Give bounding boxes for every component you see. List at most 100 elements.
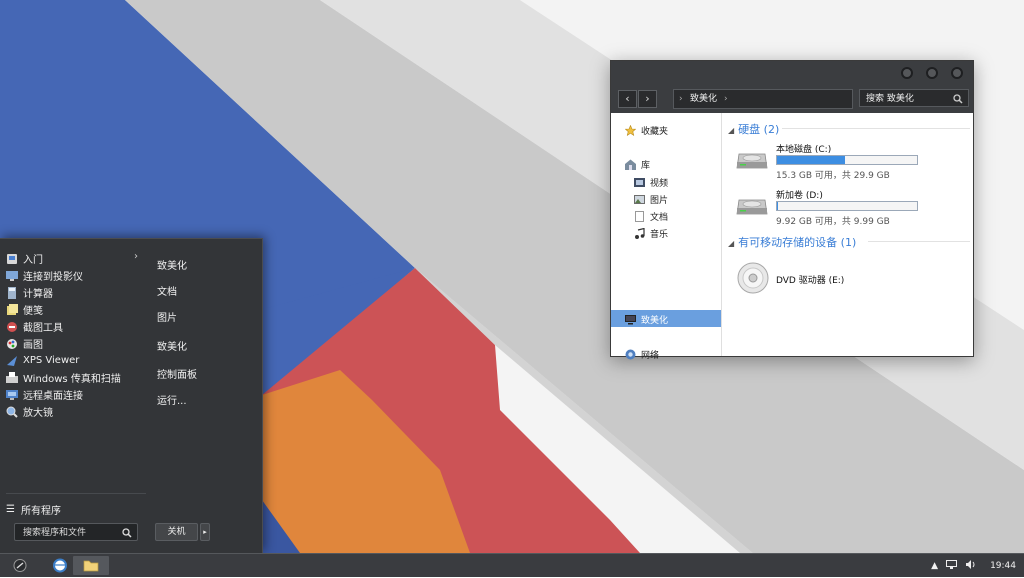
nav-label: 收藏夹 [641,127,669,137]
program-projector[interactable]: 连接到投影仪 [6,267,142,284]
nav-label: 库 [641,161,651,171]
hard-drive-icon [736,192,768,221]
place-computer[interactable]: 致美化 [157,338,187,353]
volume-icon[interactable] [965,559,976,573]
drive-usage-bar [776,201,918,211]
remote-desktop-icon [6,389,18,401]
magnifier-icon [6,406,18,418]
address-bar[interactable]: › 致美化 › [673,89,853,109]
folder-icon [73,560,109,578]
computer-icon [625,314,636,325]
all-programs-button[interactable]: ☰ 所有程序 [6,502,61,517]
program-calculator[interactable]: 计算器 [6,284,142,301]
shutdown-button[interactable]: 关机 [155,523,198,541]
group-divider [868,241,970,242]
close-button[interactable] [951,67,963,79]
nav-music[interactable]: 音乐 [634,227,668,240]
start-menu: 入门 › 连接到投影仪 计算器 便笺 截图工具 画图 XPS Viewer Wi… [0,238,263,553]
network-icon [625,349,636,360]
breadcrumb[interactable]: 致美化 [690,90,717,108]
place-run[interactable]: 运行... [157,392,187,407]
program-sticky-notes[interactable]: 便笺 [6,301,142,318]
place-documents[interactable]: 文档 [157,283,177,298]
program-xps-viewer[interactable]: XPS Viewer [6,352,142,369]
back-button[interactable]: ‹ [618,90,637,108]
drive-free-space: 15.3 GB 可用，共 29.9 GB [776,171,890,181]
nav-videos[interactable]: 视频 [634,176,668,189]
program-label: Windows 传真和扫描 [23,374,121,385]
nav-documents[interactable]: 文档 [634,210,668,223]
start-menu-programs: 入门 › 连接到投影仪 计算器 便笺 截图工具 画图 XPS Viewer Wi… [0,239,148,553]
program-label: 连接到投影仪 [23,272,83,283]
drive-dvd[interactable]: DVD 驱动器 (E:) [736,261,966,301]
nav-label: 音乐 [650,230,669,240]
taskbar-explorer-button[interactable] [73,556,109,575]
nav-label: 致美化 [641,316,669,326]
program-label: 计算器 [23,289,53,300]
drive-usage-fill [777,156,846,164]
drive-c[interactable]: 本地磁盘 (C:) 15.3 GB 可用，共 29.9 GB [736,142,966,182]
place-pictures[interactable]: 图片 [157,309,177,324]
drive-name: 本地磁盘 (C:) [776,145,832,155]
start-menu-places: 致美化 文档 图片 致美化 控制面板 运行... 关机 ▸ [148,239,262,553]
program-label: 截图工具 [23,323,63,334]
start-search-input[interactable]: 搜索程序和文件 [14,523,138,541]
nav-favorites[interactable]: 收藏夹 [624,124,669,137]
library-icon [625,159,636,170]
start-menu-separator [6,493,146,494]
nav-computer[interactable]: 致美化 [625,313,668,326]
nav-label: 图片 [650,196,669,206]
drive-usage-bar [776,155,918,165]
group-title: 硬盘 (2) [738,123,780,136]
program-label: 画图 [23,340,43,351]
explorer-search-input[interactable]: 搜索 致美化 [859,89,969,107]
shutdown-options-button[interactable]: ▸ [200,523,210,541]
nav-pictures[interactable]: 图片 [634,193,668,206]
group-header-hard-disks[interactable]: ◢ 硬盘 (2) [728,121,779,137]
drive-free-space: 9.92 GB 可用，共 9.99 GB [776,217,890,227]
network-icon[interactable] [946,559,958,573]
video-icon [634,177,645,188]
clock[interactable]: 19:44 [990,561,1016,571]
program-label: 远程桌面连接 [23,391,83,402]
submenu-arrow-icon: › [134,251,138,262]
group-header-removable[interactable]: ◢ 有可移动存储的设备 (1) [728,234,856,250]
drive-d[interactable]: 新加卷 (D:) 9.92 GB 可用，共 9.99 GB [736,188,966,228]
explorer-search-placeholder: 搜索 致美化 [866,94,914,104]
program-getting-started[interactable]: 入门 › [6,250,142,267]
tray-overflow-icon[interactable]: ▲ [931,561,938,571]
collapse-arrow-icon: ◢ [728,239,735,248]
maximize-button[interactable] [926,67,938,79]
program-magnifier[interactable]: 放大镜 [6,403,142,420]
explorer-titlebar: ‹ › › 致美化 › 搜索 致美化 [611,61,973,113]
program-snipping-tool[interactable]: 截图工具 [6,318,142,335]
program-label: 入门 [23,255,43,266]
program-fax-scan[interactable]: Windows 传真和扫描 [6,369,142,386]
navigation-pane: 收藏夹 库 视频 图片 文档 音乐 致美化 网络 [611,113,722,361]
minimize-button[interactable] [901,67,913,79]
program-remote-desktop[interactable]: 远程桌面连接 [6,386,142,403]
star-icon [624,124,637,136]
program-paint[interactable]: 画图 [6,335,142,352]
program-label: XPS Viewer [23,355,80,366]
hard-drive-icon [736,146,768,175]
place-control-panel[interactable]: 控制面板 [157,366,197,381]
nav-libraries[interactable]: 库 [625,158,650,171]
place-user[interactable]: 致美化 [157,257,187,272]
picture-icon [634,194,645,205]
explorer-content: ◢ 硬盘 (2) 本地磁盘 (C:) 15.3 GB 可用，共 29.9 GB 新… [722,113,973,356]
search-icon [953,90,963,111]
nav-label: 视频 [650,179,669,189]
drive-name: 新加卷 (D:) [776,191,823,201]
fax-scan-icon [6,371,18,384]
list-icon: ☰ [6,504,15,515]
group-title: 有可移动存储的设备 (1) [738,236,857,249]
calculator-icon [6,286,18,299]
breadcrumb-separator[interactable]: › [724,90,728,108]
nav-label: 文档 [650,213,669,223]
nav-network[interactable]: 网络 [625,348,659,361]
music-icon [634,227,645,239]
drive-usage-fill [777,202,778,210]
start-button[interactable] [2,556,38,575]
forward-button[interactable]: › [638,90,657,108]
